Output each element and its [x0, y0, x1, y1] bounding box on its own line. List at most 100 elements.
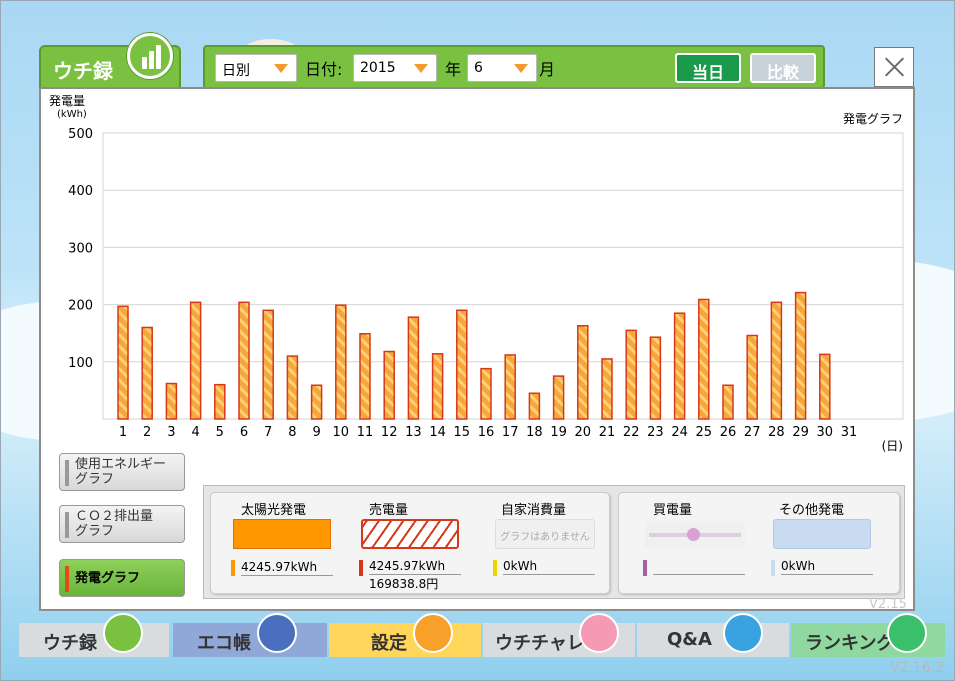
mode-select[interactable]: 日別 — [215, 54, 297, 82]
x-axis-unit: (日) — [882, 439, 903, 453]
sell-yen-value: 169838.8円 — [369, 577, 439, 591]
x-tick-label: 5 — [216, 425, 224, 440]
bar-day-12 — [383, 350, 395, 420]
energy-usage-graph-button[interactable]: 使用エネルギー グラフ — [59, 453, 185, 491]
mode-value: 日別 — [222, 63, 250, 79]
buy-slider-box — [645, 521, 745, 549]
question-icon — [723, 613, 763, 653]
generation-graph-button[interactable]: 発電グラフ — [59, 559, 185, 597]
co2-graph-button[interactable]: ＣＯ２排出量 グラフ — [59, 505, 185, 543]
x-tick-label: 24 — [671, 425, 688, 440]
bar-day-10 — [335, 304, 347, 420]
bar-day-16 — [480, 367, 492, 420]
year-select[interactable]: 2015 — [353, 54, 437, 82]
nav-eco-book[interactable]: エコ帳 — [173, 613, 327, 657]
bar-day-7 — [262, 309, 274, 420]
app-window: ウチ録 日別 日付: 2015 年 6 月 当日 比較 100 200 300 400… — [0, 0, 955, 681]
sell-swatch — [361, 519, 459, 549]
legend-group-generation: 太陽光発電 4245.97kWh 売電量 4245.97kWh 169838.8… — [210, 492, 610, 594]
bar-chart-icon — [103, 613, 143, 653]
no-graph-note: グラフはありません — [500, 532, 590, 543]
bar-day-1 — [117, 305, 129, 420]
y-tick-label: 200 — [68, 299, 93, 314]
bar-day-25 — [698, 298, 710, 420]
x-tick-label: 7 — [264, 425, 272, 440]
bar-day-17 — [504, 354, 516, 420]
sell-title: 売電量 — [369, 503, 409, 518]
self-consumption-marker — [493, 560, 497, 576]
wrench-icon — [413, 613, 453, 653]
x-tick-label: 9 — [312, 425, 320, 440]
y-tick-label: 500 — [68, 127, 93, 142]
divider — [503, 574, 595, 575]
nav-uchi-challenge[interactable]: ウチチャレ — [483, 613, 635, 657]
chart-title: 発電グラフ — [843, 112, 903, 126]
divider — [781, 574, 873, 575]
generation-chart: 100200300400500発電量(kWh) 発電グラフ(日)1 2 3 4 5 6 7 8 9… — [49, 94, 904, 453]
nav-label: 設定 — [371, 633, 407, 654]
y-axis-unit: (kWh) — [57, 109, 87, 120]
tab-label: ウチ録 — [53, 59, 113, 83]
bar-day-19 — [552, 375, 565, 420]
y-axis-label: 発電量 — [49, 94, 85, 108]
nav-ranking[interactable]: ランキング — [791, 613, 945, 657]
bar-day-11 — [359, 333, 371, 420]
sell-value: 4245.97kWh — [369, 559, 446, 573]
month-select[interactable]: 6 — [467, 54, 537, 82]
x-tick-label: 10 — [333, 425, 350, 440]
nav-settings[interactable]: 設定 — [329, 613, 481, 657]
bar-day-23 — [649, 336, 662, 420]
x-tick-label: 20 — [575, 425, 592, 440]
bar-day-26 — [722, 384, 734, 420]
plot-area — [102, 132, 904, 420]
compare-button[interactable]: 比較 — [750, 53, 816, 83]
x-tick-label: 18 — [526, 425, 543, 440]
notebook-icon — [257, 613, 297, 653]
dropdown-arrow-icon — [514, 64, 528, 73]
month-suffix: 月 — [539, 60, 556, 79]
bar-chart-icon — [127, 33, 173, 79]
buy-slider-knob — [687, 528, 700, 541]
inner-version-label: V2.15 — [869, 597, 907, 612]
month-value: 6 — [474, 60, 483, 76]
legend-group-other: 買電量 その他発電 0kWh — [618, 492, 900, 594]
other-title: その他発電 — [779, 503, 845, 518]
bar-day-4 — [189, 301, 202, 420]
bar-day-5 — [214, 383, 226, 420]
bar-day-6 — [238, 301, 250, 420]
x-tick-label: 16 — [478, 425, 495, 440]
x-tick-label: 26 — [720, 425, 737, 440]
bar-day-21 — [601, 358, 613, 420]
x-tick-label: 25 — [696, 425, 713, 440]
nav-uchi-roku[interactable]: ウチ録 — [19, 613, 169, 657]
button-label: 発電グラフ — [75, 571, 141, 586]
date-toolbar: 日別 日付: 2015 年 6 月 当日 比較 — [203, 45, 825, 89]
x-tick-label: 2 — [143, 425, 151, 440]
self-consumption-empty-box: グラフはありません — [495, 519, 595, 549]
button-label: 使用エネルギー — [75, 457, 167, 472]
x-tick-label: 6 — [240, 425, 248, 440]
x-tick-label: 1 — [119, 425, 127, 440]
button-label: グラフ — [75, 472, 115, 487]
x-tick-label: 31 — [841, 425, 858, 440]
nav-qa[interactable]: Q&A — [637, 613, 789, 657]
crown-icon — [887, 613, 927, 653]
other-value: 0kWh — [781, 559, 816, 573]
solar-marker — [231, 560, 235, 576]
nav-label: ウチチャレ — [495, 633, 585, 654]
bar-day-2 — [141, 326, 153, 420]
x-tick-label: 23 — [647, 425, 664, 440]
sell-marker — [359, 560, 363, 576]
buy-marker — [643, 560, 647, 576]
today-button[interactable]: 当日 — [675, 53, 741, 83]
x-tick-label: 8 — [288, 425, 296, 440]
x-tick-label: 15 — [454, 425, 471, 440]
buy-title: 買電量 — [653, 503, 693, 518]
legend-area: 太陽光発電 4245.97kWh 売電量 4245.97kWh 169838.8… — [203, 485, 905, 599]
x-tick-label: 22 — [623, 425, 640, 440]
close-button[interactable] — [874, 47, 914, 87]
x-tick-label: 27 — [744, 425, 761, 440]
uchi-roku-tab[interactable]: ウチ録 — [39, 33, 181, 87]
x-tick-label: 21 — [599, 425, 616, 440]
year-value: 2015 — [360, 60, 396, 76]
